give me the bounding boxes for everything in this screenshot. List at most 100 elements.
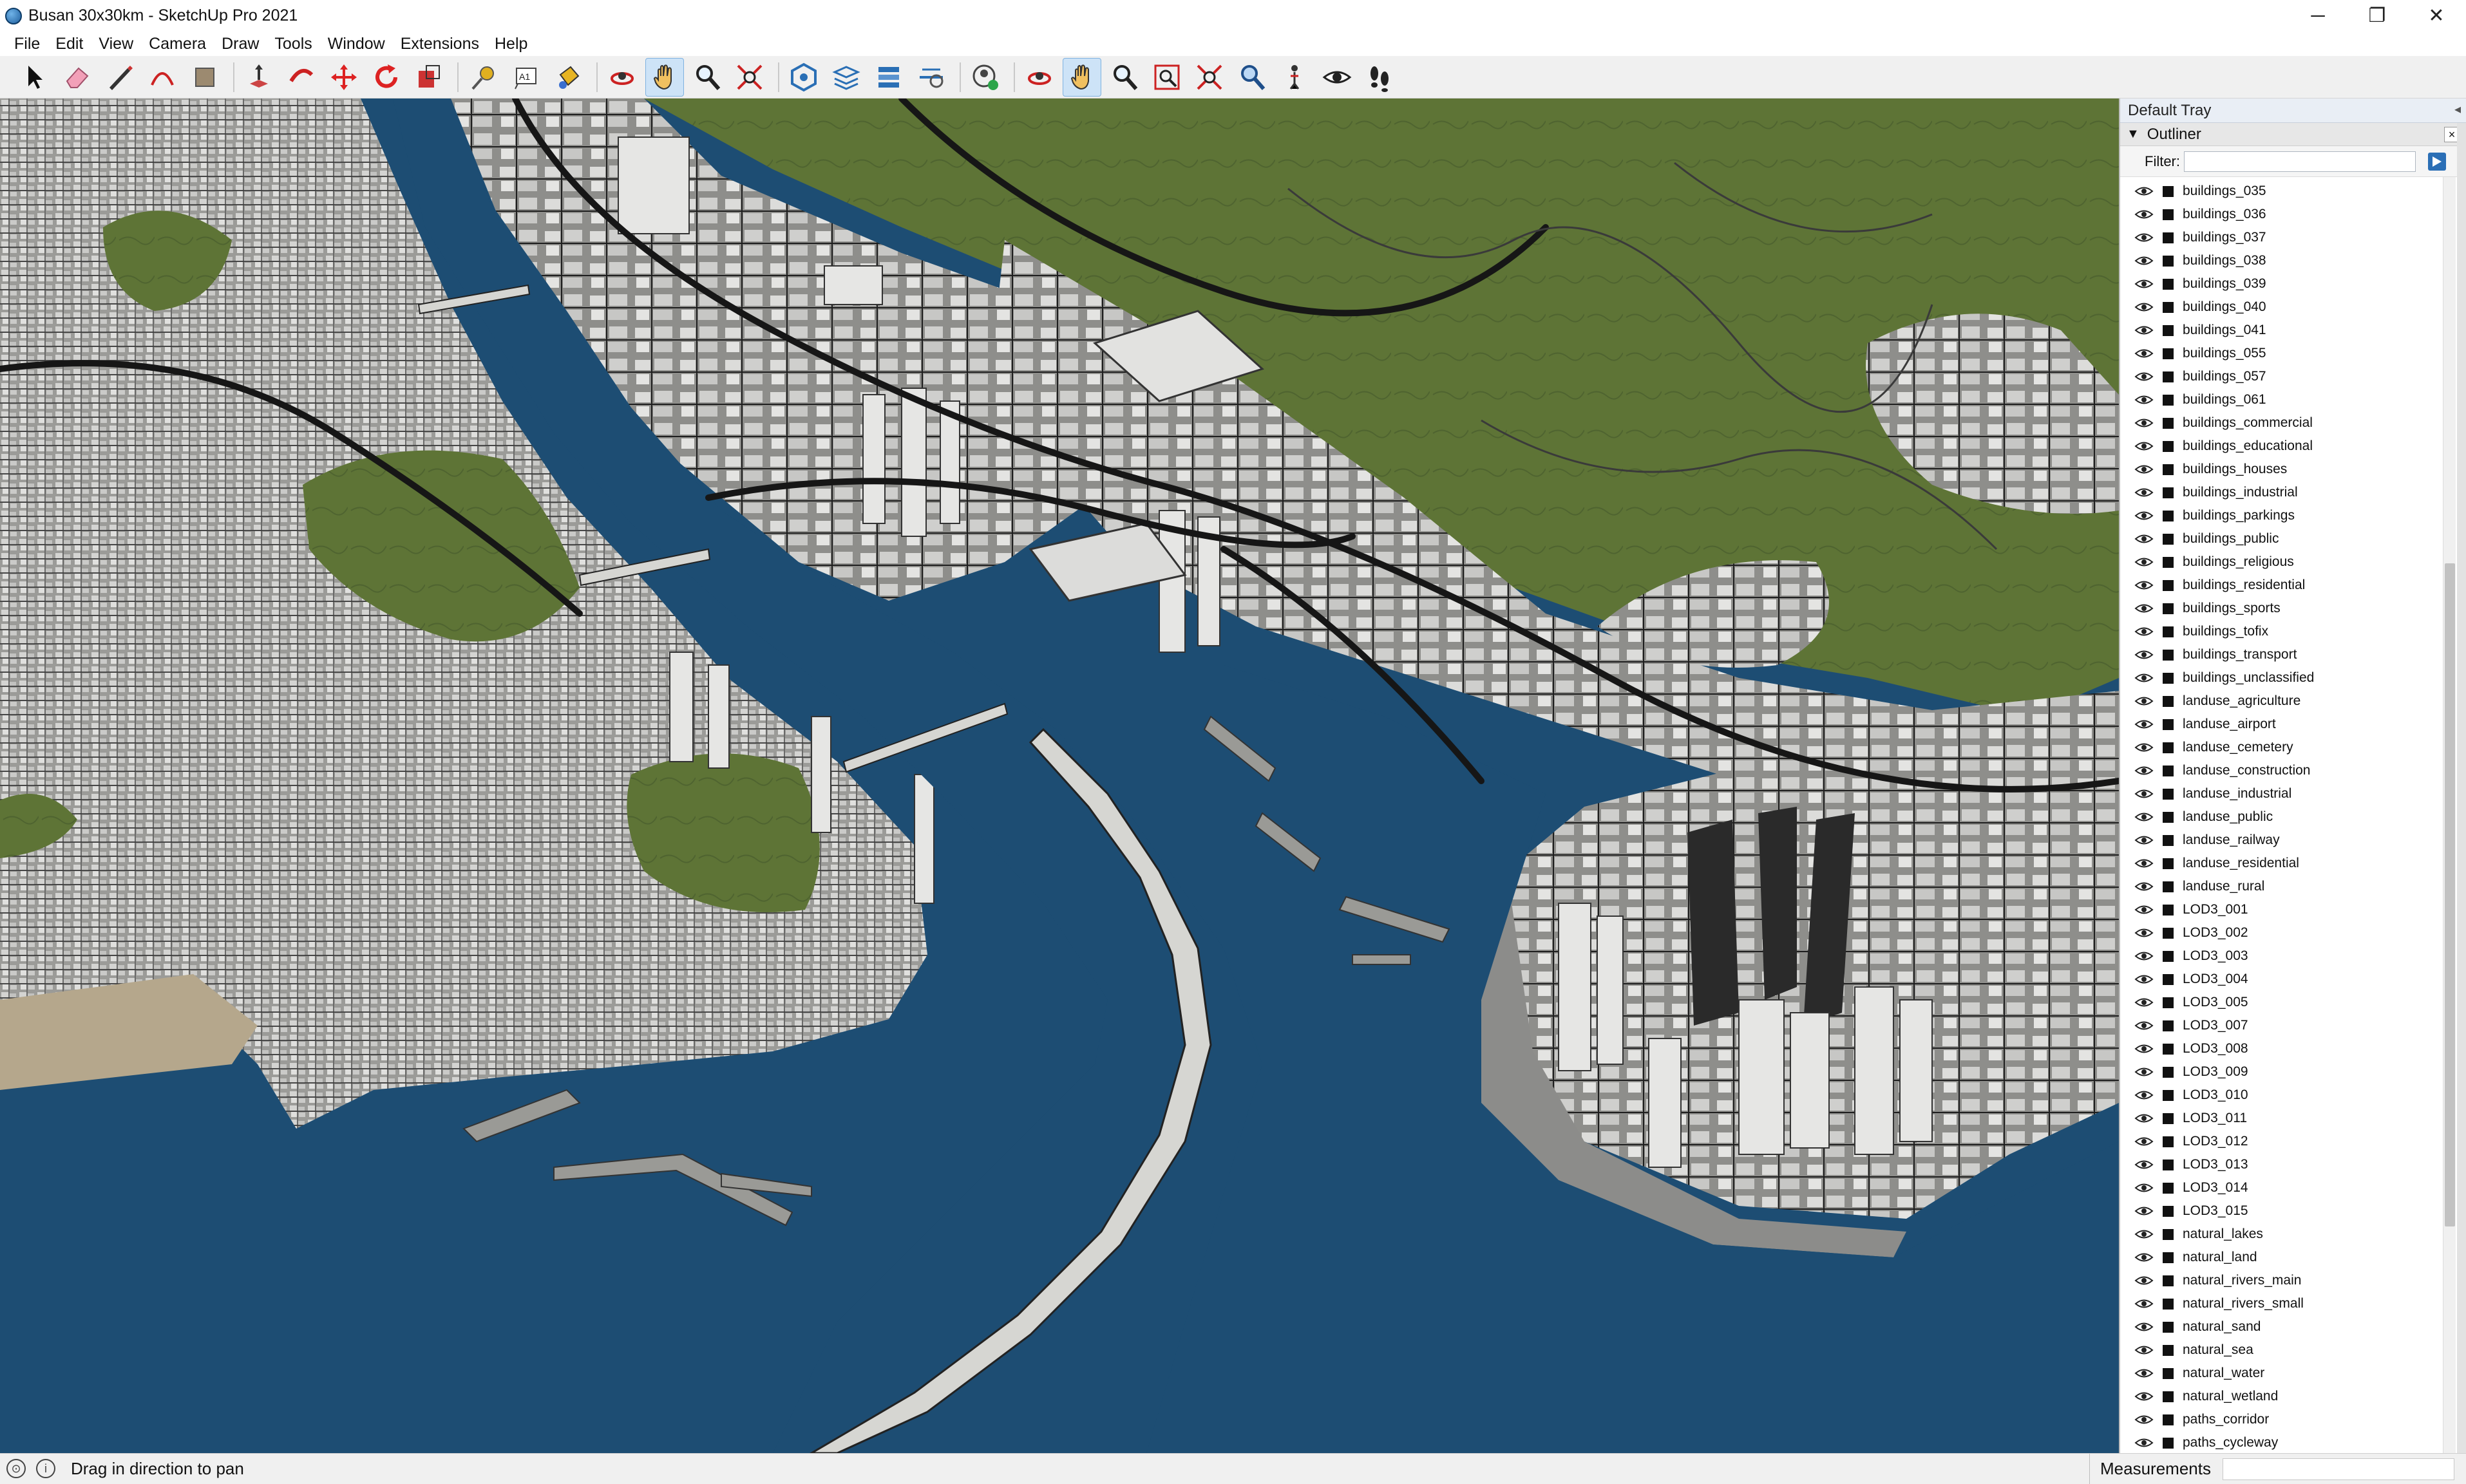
outliner-item[interactable]: landuse_rural [2120,875,2433,898]
walk-tool-button[interactable] [1360,58,1399,97]
pan-tool-button[interactable] [645,57,684,97]
outliner-item[interactable]: natural_water [2120,1362,2433,1385]
zoom-extents-tool-button[interactable] [730,58,769,97]
menu-camera[interactable]: Camera [141,35,214,53]
select-tool-button[interactable] [15,58,54,97]
outliner-item[interactable]: buildings_039 [2120,272,2433,296]
visibility-eye-icon[interactable] [2134,926,2154,939]
paint-tool-button[interactable] [549,58,587,97]
outliner-item[interactable]: paths_corridor [2120,1408,2433,1431]
visibility-eye-icon[interactable] [2134,1135,2154,1148]
outliner-item[interactable]: natural_sea [2120,1338,2433,1362]
visibility-eye-icon[interactable] [2134,718,2154,731]
outliner-item[interactable]: buildings_036 [2120,203,2433,226]
outliner-item[interactable]: LOD3_001 [2120,898,2433,921]
outliner-item[interactable]: LOD3_002 [2120,921,2433,944]
menu-window[interactable]: Window [320,35,393,53]
visibility-eye-icon[interactable] [2134,579,2154,592]
visibility-eye-icon[interactable] [2134,1112,2154,1125]
section-tool-button[interactable] [869,58,908,97]
outliner-item[interactable]: LOD3_011 [2120,1107,2433,1130]
visibility-eye-icon[interactable] [2134,1344,2154,1357]
outliner-item[interactable]: natural_lakes [2120,1223,2433,1246]
follow-me-tool-button[interactable] [282,58,321,97]
visibility-eye-icon[interactable] [2134,1320,2154,1333]
visibility-eye-icon[interactable] [2134,231,2154,244]
maximize-button[interactable]: ❐ [2347,0,2407,32]
model-viewport[interactable] [0,99,2119,1453]
visibility-eye-icon[interactable] [2134,509,2154,522]
zoom-tool-button[interactable] [688,58,726,97]
visibility-eye-icon[interactable] [2134,440,2154,453]
visibility-eye-icon[interactable] [2134,1390,2154,1403]
outliner-details-button[interactable] [2426,151,2448,173]
visibility-eye-icon[interactable] [2134,764,2154,777]
outliner-item[interactable]: landuse_airport [2120,713,2433,736]
outliner-item[interactable]: LOD3_003 [2120,944,2433,968]
scrollbar-thumb[interactable] [2445,563,2455,1226]
tape-measure-tool-button[interactable] [464,58,502,97]
outliner-item[interactable]: buildings_tofix [2120,620,2433,643]
visibility-eye-icon[interactable] [2134,1181,2154,1194]
visibility-eye-icon[interactable] [2134,1436,2154,1449]
outliner-item[interactable]: landuse_public [2120,805,2433,829]
visibility-eye-icon[interactable] [2134,254,2154,267]
visibility-eye-icon[interactable] [2134,602,2154,615]
scale-tool-button[interactable] [410,58,448,97]
outliner-item[interactable]: buildings_commercial [2120,411,2433,435]
minimize-button[interactable]: ─ [2288,0,2347,32]
pan-tool-2-button[interactable] [1063,57,1101,97]
shape-tool-button[interactable] [185,58,224,97]
outliner-item[interactable]: buildings_religious [2120,550,2433,574]
zoom-extents-tool-2-button[interactable] [1190,58,1229,97]
outliner-item[interactable]: landuse_construction [2120,759,2433,782]
visibility-eye-icon[interactable] [2134,556,2154,568]
visibility-eye-icon[interactable] [2134,370,2154,383]
visibility-eye-icon[interactable] [2134,1019,2154,1032]
outliner-item[interactable]: landuse_residential [2120,852,2433,875]
outliner-item[interactable]: buildings_parkings [2120,504,2433,527]
visibility-eye-icon[interactable] [2134,672,2154,684]
visibility-eye-icon[interactable] [2134,811,2154,823]
visibility-eye-icon[interactable] [2134,880,2154,893]
outliner-item[interactable]: buildings_public [2120,527,2433,550]
pin-icon[interactable]: ◂ [2454,101,2461,117]
sandbox-tool-button[interactable] [784,58,823,97]
visibility-eye-icon[interactable] [2134,277,2154,290]
styles-tool-button[interactable] [912,58,951,97]
account-tool-button[interactable] [966,58,1005,97]
layers-tool-button[interactable] [827,58,866,97]
outliner-item[interactable]: LOD3_015 [2120,1199,2433,1223]
geolocation-icon[interactable]: ⊙ [6,1459,26,1478]
outliner-item[interactable]: LOD3_005 [2120,991,2433,1014]
visibility-eye-icon[interactable] [2134,185,2154,198]
orbit-tool-2-button[interactable] [1020,58,1059,97]
outliner-item[interactable]: landuse_railway [2120,829,2433,852]
rotate-tool-button[interactable] [367,58,406,97]
position-camera-tool-button[interactable] [1275,58,1314,97]
outliner-scrollbar[interactable] [2443,177,2456,1453]
zoom-window-tool-button[interactable] [1148,58,1186,97]
visibility-eye-icon[interactable] [2134,1042,2154,1055]
visibility-eye-icon[interactable] [2134,648,2154,661]
visibility-eye-icon[interactable] [2134,1158,2154,1171]
menu-help[interactable]: Help [487,35,535,53]
visibility-eye-icon[interactable] [2134,301,2154,314]
outliner-item[interactable]: buildings_057 [2120,365,2433,388]
visibility-eye-icon[interactable] [2134,486,2154,499]
arc-tool-button[interactable] [143,58,182,97]
visibility-eye-icon[interactable] [2134,324,2154,337]
visibility-eye-icon[interactable] [2134,1228,2154,1241]
visibility-eye-icon[interactable] [2134,857,2154,870]
outliner-item[interactable]: LOD3_004 [2120,968,2433,991]
visibility-eye-icon[interactable] [2134,393,2154,406]
outliner-item[interactable]: LOD3_008 [2120,1037,2433,1060]
visibility-eye-icon[interactable] [2134,1413,2154,1426]
close-button[interactable]: ✕ [2407,0,2466,32]
outliner-item[interactable]: natural_rivers_small [2120,1292,2433,1315]
outliner-panel-header[interactable]: ▼ Outliner × [2120,123,2466,146]
visibility-eye-icon[interactable] [2134,625,2154,638]
outliner-item[interactable]: LOD3_007 [2120,1014,2433,1037]
visibility-eye-icon[interactable] [2134,950,2154,963]
info-icon[interactable]: i [36,1459,55,1478]
